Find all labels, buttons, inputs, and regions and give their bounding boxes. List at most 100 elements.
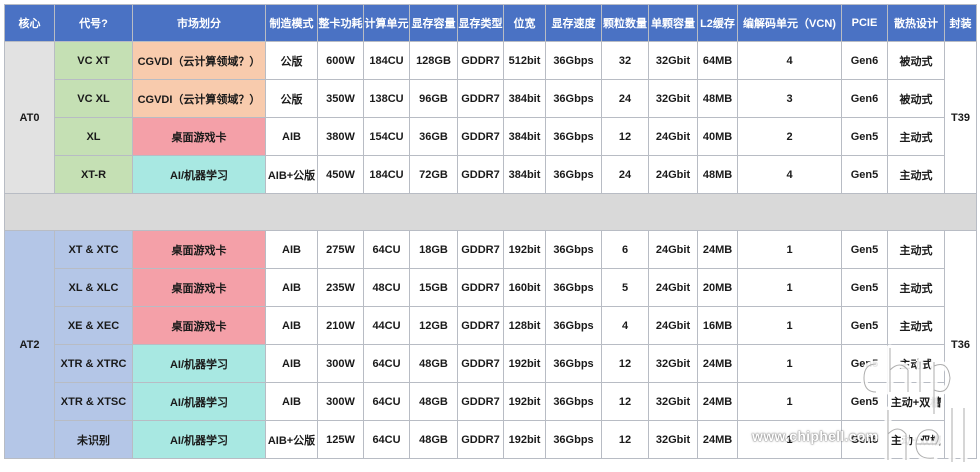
bus-cell: 128bit: [503, 306, 546, 345]
vcn-cell: 1: [737, 382, 842, 421]
chipcap-cell: 24Gbit: [648, 306, 698, 345]
speed-cell: 36Gbps: [545, 268, 602, 307]
speed-cell: 36Gbps: [545, 230, 602, 269]
table-row: AT2 XT & XTC 桌面游戏卡 AIB 275W 64CU 18GB GDDR7 192b…: [4, 230, 977, 459]
header-memory-speed: 显存速度: [545, 4, 602, 42]
cooling-cell: 主动+双槽: [887, 420, 945, 459]
power-cell: 350W: [317, 79, 364, 118]
table-row: XTR & XTSC AI/机器学习 AIB 300W 64CU 48GB GDDR7 192…: [5, 382, 977, 421]
memtype-cell: GDDR7: [457, 306, 504, 345]
memtype-cell: GDDR7: [457, 420, 504, 459]
table-row: XL 桌面游戏卡 AIB 380W 154CU 36GB GDDR7 384bit 36Gbps…: [5, 117, 977, 156]
mem-cell: 48GB: [409, 344, 458, 383]
chipcap-cell: 32Gbit: [648, 382, 698, 421]
header-package: 封装: [944, 4, 977, 42]
codename-cell: XL: [54, 117, 133, 156]
speed-cell: 36Gbps: [545, 306, 602, 345]
mode-cell: AIB: [265, 268, 318, 307]
cu-cell: 138CU: [363, 79, 410, 118]
chips-cell: 5: [601, 268, 649, 307]
pcie-cell: Gen6: [841, 79, 888, 118]
pcie-cell: Gen6: [841, 41, 888, 80]
mem-cell: 18GB: [409, 230, 458, 269]
cu-cell: 184CU: [363, 155, 410, 194]
power-cell: 235W: [317, 268, 364, 307]
speed-cell: 36Gbps: [545, 382, 602, 421]
header-chip-capacity: 单颗容量: [648, 4, 698, 42]
core-cell: AT2: [4, 230, 55, 459]
core-cell: AT0: [4, 41, 55, 194]
cu-cell: 64CU: [363, 230, 410, 269]
l2-cell: 24MB: [697, 344, 738, 383]
mem-cell: 128GB: [409, 41, 458, 80]
market-cell: AI/机器学习: [132, 155, 266, 194]
cooling-cell: 被动式: [887, 41, 945, 80]
memtype-cell: GDDR7: [457, 79, 504, 118]
codename-cell: VC XL: [54, 79, 133, 118]
mode-cell: AIB+公版: [265, 155, 318, 194]
bus-cell: 192bit: [503, 420, 546, 459]
vcn-cell: 1: [737, 268, 842, 307]
mode-cell: AIB: [265, 117, 318, 156]
power-cell: 450W: [317, 155, 364, 194]
header-mode: 制造模式: [265, 4, 318, 42]
group-separator-row: [4, 193, 977, 231]
cu-cell: 48CU: [363, 268, 410, 307]
speed-cell: 36Gbps: [545, 79, 602, 118]
cooling-cell: 被动式: [887, 79, 945, 118]
codename-cell: XE & XEC: [54, 306, 133, 345]
mem-cell: 12GB: [409, 306, 458, 345]
chips-cell: 4: [601, 306, 649, 345]
codename-cell: XT & XTC: [54, 230, 133, 269]
chips-cell: 12: [601, 117, 649, 156]
header-market: 市场划分: [132, 4, 266, 42]
chips-cell: 12: [601, 382, 649, 421]
cooling-cell: 主动式: [887, 268, 945, 307]
mode-cell: AIB: [265, 382, 318, 421]
speed-cell: 36Gbps: [545, 344, 602, 383]
l2-cell: 64MB: [697, 41, 738, 80]
spec-table-sheet: 核心 代号? 市场划分 制造模式 整卡功耗 计算单元 显存容量 显存类型 位宽 显存速度 颗粒数量单…: [0, 0, 980, 472]
bus-cell: 192bit: [503, 230, 546, 269]
bus-cell: 512bit: [503, 41, 546, 80]
header-vcn: 编解码单元（VCN): [737, 4, 842, 42]
chipcap-cell: 32Gbit: [648, 41, 698, 80]
memtype-cell: GDDR7: [457, 382, 504, 421]
market-cell: AI/机器学习: [132, 344, 266, 383]
table-row: AT0 VC XT CGVDI（云计算领域？） 公版 600W 184CU 128GB GDD…: [4, 41, 977, 194]
header-l2-cache: L2缓存: [697, 4, 738, 42]
power-cell: 125W: [317, 420, 364, 459]
cooling-cell: 主动式: [887, 117, 945, 156]
chipcap-cell: 32Gbit: [648, 79, 698, 118]
speed-cell: 36Gbps: [545, 420, 602, 459]
bus-cell: 384bit: [503, 155, 546, 194]
vcn-cell: 1: [737, 230, 842, 269]
table-row: XE & XEC 桌面游戏卡 AIB 210W 44CU 12GB GDDR7 128bit 3…: [5, 306, 977, 345]
speed-cell: 36Gbps: [545, 155, 602, 194]
pcie-cell: Gen5: [841, 344, 888, 383]
cu-cell: 184CU: [363, 41, 410, 80]
codename-cell: VC XT: [54, 41, 133, 80]
mem-cell: 36GB: [409, 117, 458, 156]
chips-cell: 24: [601, 155, 649, 194]
cu-cell: 64CU: [363, 420, 410, 459]
cu-cell: 64CU: [363, 344, 410, 383]
market-cell: CGVDI（云计算领域？）: [132, 79, 266, 118]
chips-cell: 12: [601, 420, 649, 459]
power-cell: 380W: [317, 117, 364, 156]
pcie-cell: Gen5: [841, 420, 888, 459]
power-cell: 300W: [317, 382, 364, 421]
memtype-cell: GDDR7: [457, 117, 504, 156]
memtype-cell: GDDR7: [457, 230, 504, 269]
header-core: 核心: [4, 4, 55, 42]
vcn-cell: 4: [737, 155, 842, 194]
separator-cell: [4, 193, 977, 231]
mem-cell: 48GB: [409, 420, 458, 459]
mem-cell: 15GB: [409, 268, 458, 307]
cooling-cell: 主动式: [887, 230, 945, 269]
l2-cell: 16MB: [697, 306, 738, 345]
chipcap-cell: 24Gbit: [648, 117, 698, 156]
table-row: VC XL CGVDI（云计算领域？） 公版 350W 138CU 96GB GDDR7 38…: [5, 79, 977, 118]
mode-cell: AIB: [265, 344, 318, 383]
cu-cell: 44CU: [363, 306, 410, 345]
